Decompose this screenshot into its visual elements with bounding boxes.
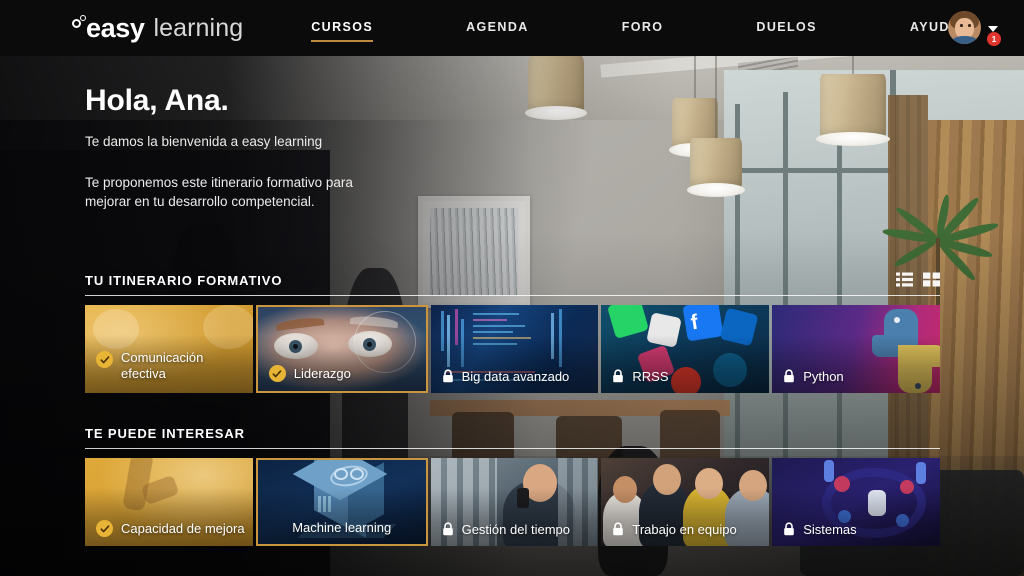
chevron-down-icon[interactable]: [988, 25, 998, 32]
card-label: Python: [783, 369, 932, 384]
main-nav: CURSOS AGENDA FORO DUELOS AYUDA: [311, 0, 960, 56]
card-label: Machine learning: [258, 520, 426, 535]
card-title: Python: [803, 368, 844, 384]
section-divider: [85, 448, 940, 449]
nav-item-agenda[interactable]: AGENDA: [466, 20, 529, 37]
top-navigation-bar: easy learning CURSOS AGENDA FORO DUELOS …: [0, 0, 1024, 56]
lock-icon: [442, 522, 454, 536]
card-label: Sistemas: [783, 522, 932, 537]
section-divider: [85, 295, 940, 296]
card-title: Capacidad de mejora: [121, 520, 245, 536]
course-card-capacidad-de-mejora[interactable]: Capacidad de mejora: [85, 458, 253, 546]
card-title: Trabajo en equipo: [632, 521, 737, 537]
nav-item-cursos[interactable]: CURSOS: [311, 20, 374, 42]
lock-icon: [783, 369, 795, 383]
hero-paragraph: Te proponemos este itinerario formativo …: [85, 175, 353, 210]
notification-badge[interactable]: 1: [987, 32, 1001, 46]
section-title: TE PUEDE INTERESAR: [85, 426, 245, 441]
card-title: RRSS: [632, 368, 669, 384]
course-card-machine-learning[interactable]: Machine learning: [255, 458, 428, 546]
course-card-liderazgo[interactable]: Liderazgo: [255, 305, 428, 393]
grid-view-icon[interactable]: [923, 272, 940, 287]
nav-item-foro[interactable]: FORO: [622, 20, 664, 37]
window-mullion: [728, 168, 896, 173]
card-title: Sistemas: [803, 521, 857, 537]
view-toggle-group: [896, 272, 940, 287]
hero-welcome: Hola, Ana. Te damos la bienvenida a easy…: [85, 84, 505, 211]
card-label: Gestión del tiempo: [442, 522, 591, 537]
card-label: RRSS: [612, 369, 761, 384]
check-icon: [268, 365, 286, 382]
course-card-sistemas[interactable]: Sistemas: [772, 458, 940, 546]
card-label: Liderazgo: [268, 365, 418, 382]
card-label: Comunicación efectiva: [96, 350, 245, 381]
lock-icon: [612, 522, 624, 536]
card-row-itinerario: Comunicación efectiva Liderazgo Big data…: [85, 305, 940, 393]
course-card-gestion-del-tiempo[interactable]: Gestión del tiempo: [430, 458, 599, 546]
section-te-puede-interesar: TE PUEDE INTERESAR Capacidad de mejora M…: [85, 426, 940, 546]
page-title: Hola, Ana.: [85, 84, 229, 117]
lock-icon: [783, 522, 795, 536]
avatar[interactable]: [948, 11, 981, 44]
course-card-big-data-avanzado[interactable]: Big data avanzado: [430, 305, 599, 393]
section-header: TU ITINERARIO FORMATIVO: [85, 272, 940, 288]
nav-item-duelos[interactable]: DUELOS: [756, 20, 817, 37]
check-icon: [96, 520, 113, 537]
card-label: Trabajo en equipo: [612, 522, 761, 537]
section-itinerario: TU ITINERARIO FORMATIVO Comunicación efe…: [85, 272, 940, 393]
brand-logo[interactable]: easy learning: [72, 0, 243, 56]
card-title: Machine learning: [292, 519, 392, 535]
logo-text-secondary: learning: [153, 13, 244, 42]
lock-icon: [442, 369, 454, 383]
card-title: Big data avanzado: [461, 368, 570, 384]
course-card-python[interactable]: Python: [772, 305, 940, 393]
list-view-icon[interactable]: [896, 272, 913, 287]
check-icon: [96, 351, 113, 369]
course-card-comunicacion-efectiva[interactable]: Comunicación efectiva: [85, 305, 253, 393]
user-menu[interactable]: 1: [948, 11, 1001, 46]
logo-text-primary: easy: [86, 12, 145, 43]
course-card-trabajo-en-equipo[interactable]: Trabajo en equipo: [601, 458, 770, 546]
section-header: TE PUEDE INTERESAR: [85, 426, 940, 441]
card-label: Big data avanzado: [442, 369, 591, 384]
logo-circles-icon: [72, 15, 92, 41]
section-title: TU ITINERARIO FORMATIVO: [85, 273, 283, 288]
lock-icon: [612, 369, 624, 383]
card-title: Liderazgo: [293, 365, 351, 381]
card-title: Gestión del tiempo: [461, 521, 570, 537]
hero-subtitle: Te damos la bienvenida a easy learning: [85, 134, 323, 149]
course-card-rrss[interactable]: f RRSS: [601, 305, 770, 393]
card-label: Capacidad de mejora: [96, 520, 245, 537]
card-title: Comunicación efectiva: [121, 350, 204, 381]
card-row-interesar: Capacidad de mejora Machine learning Ges…: [85, 458, 940, 546]
